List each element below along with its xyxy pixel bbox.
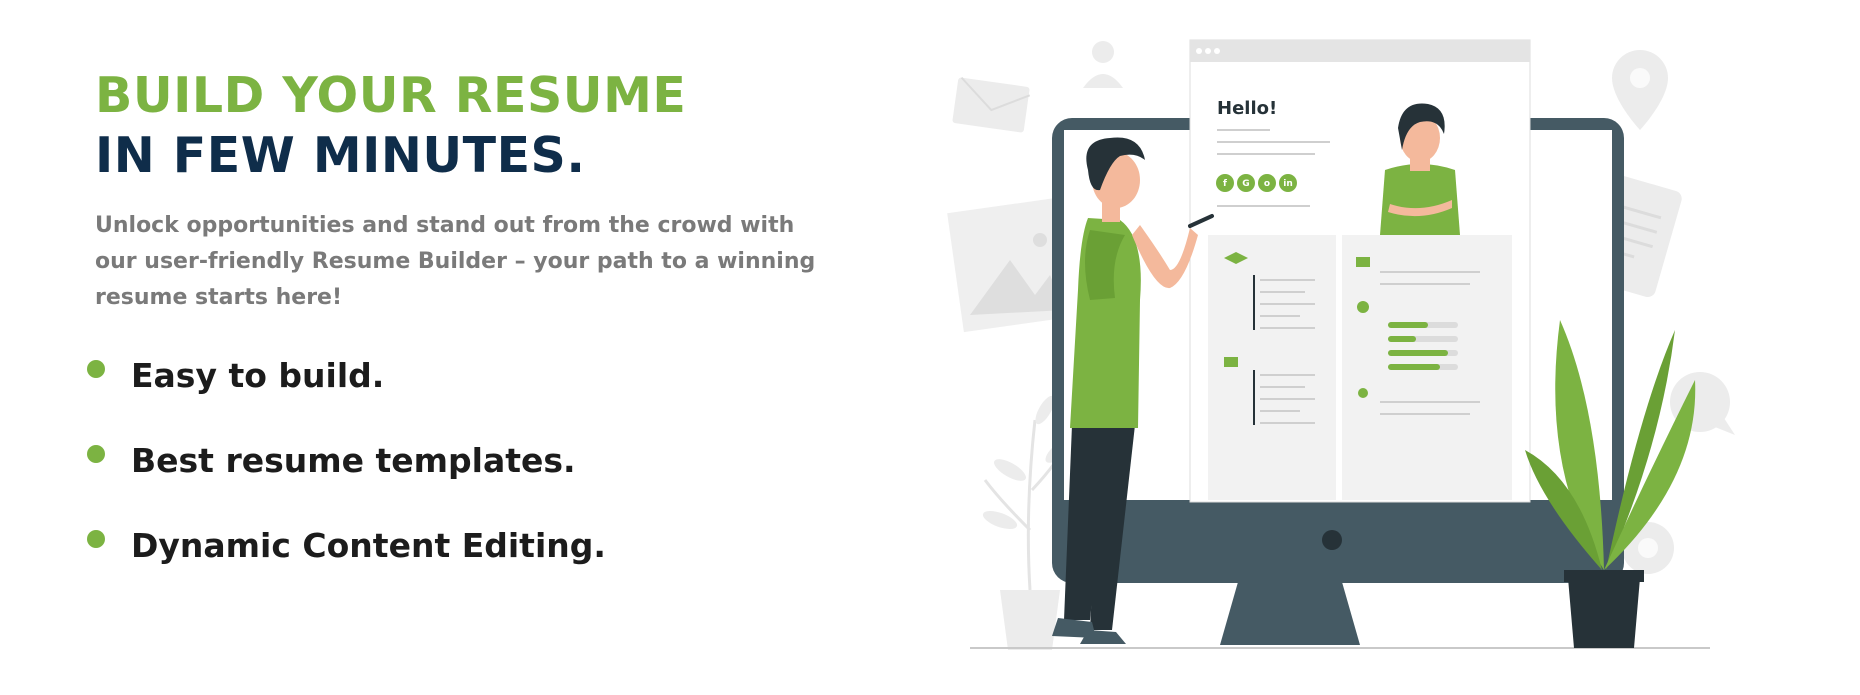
resume-window: Hello! f Go in xyxy=(1189,39,1531,503)
bullet-dot-icon xyxy=(87,445,105,463)
svg-text:f: f xyxy=(1223,179,1227,189)
monitor-camera xyxy=(1322,530,1342,550)
title-line-1: BUILD YOUR RESUME xyxy=(95,67,687,124)
envelope-icon xyxy=(952,76,1031,133)
feature-label: Easy to build. xyxy=(131,356,385,395)
title-line-2: IN FEW MINUTES. xyxy=(95,127,586,184)
contact-icon xyxy=(1358,388,1368,398)
work-icon xyxy=(1224,357,1238,367)
resume-builder-illustration: Hello! f Go in xyxy=(940,30,1770,670)
bullet-dot-icon xyxy=(87,360,105,378)
svg-text:in: in xyxy=(1283,179,1293,189)
feature-item: Best resume templates. xyxy=(87,441,855,526)
bullet-dot-icon xyxy=(87,530,105,548)
page-title: BUILD YOUR RESUME IN FEW MINUTES. xyxy=(95,66,855,186)
feature-label: Dynamic Content Editing. xyxy=(131,526,606,565)
hero-description: Unlock opportunities and stand out from … xyxy=(95,213,816,310)
hero-text-section: BUILD YOUR RESUME IN FEW MINUTES. Unlock… xyxy=(87,66,855,611)
svg-text:G: G xyxy=(1242,179,1249,189)
location-pin-icon xyxy=(1612,50,1668,130)
feature-list: Easy to build. Best resume templates. Dy… xyxy=(87,356,855,611)
feature-label: Best resume templates. xyxy=(131,441,576,480)
skills-icon xyxy=(1357,301,1369,313)
resume-greeting: Hello! xyxy=(1217,98,1277,119)
svg-text:o: o xyxy=(1264,179,1270,189)
feature-item: Dynamic Content Editing. xyxy=(87,526,855,611)
user-placeholder-icon xyxy=(1083,41,1123,88)
feature-item: Easy to build. xyxy=(87,356,855,441)
monitor-skill-icon xyxy=(1356,257,1370,267)
